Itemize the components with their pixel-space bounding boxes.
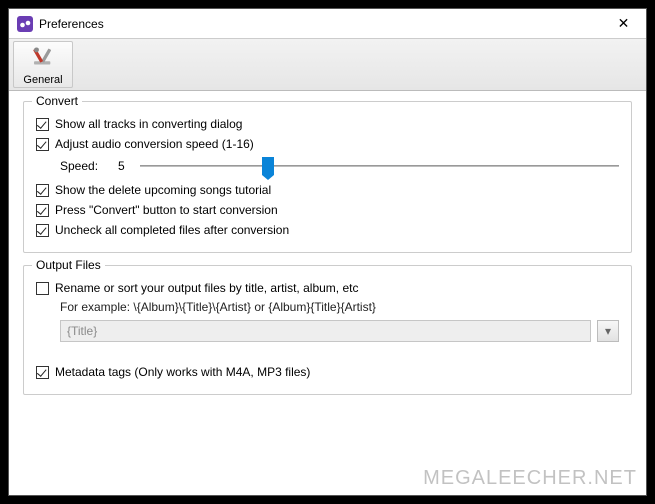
press-convert-checkbox[interactable]: [36, 204, 49, 217]
general-tab[interactable]: General: [13, 41, 73, 88]
output-files-group-title: Output Files: [32, 258, 105, 272]
toolbar: General: [9, 39, 646, 91]
app-icon: [17, 16, 33, 32]
content-area: Convert Show all tracks in converting di…: [9, 91, 646, 495]
output-files-group: Output Files Rename or sort your output …: [23, 265, 632, 395]
pattern-input[interactable]: {Title}: [60, 320, 591, 342]
show-all-tracks-label: Show all tracks in converting dialog: [55, 116, 242, 132]
show-all-tracks-row: Show all tracks in converting dialog: [36, 116, 619, 132]
pattern-placeholder: {Title}: [67, 324, 97, 338]
titlebar: Preferences ✕: [9, 9, 646, 39]
slider-track: [140, 165, 619, 167]
adjust-speed-label: Adjust audio conversion speed (1-16): [55, 136, 254, 152]
show-delete-tutorial-checkbox[interactable]: [36, 184, 49, 197]
preferences-window: Preferences ✕ General Convert Show all t…: [8, 8, 647, 496]
show-delete-tutorial-label: Show the delete upcoming songs tutorial: [55, 182, 271, 198]
uncheck-completed-label: Uncheck all completed files after conver…: [55, 222, 289, 238]
speed-value: 5: [118, 159, 132, 173]
convert-group: Convert Show all tracks in converting di…: [23, 101, 632, 253]
adjust-speed-checkbox[interactable]: [36, 138, 49, 151]
adjust-speed-row: Adjust audio conversion speed (1-16): [36, 136, 619, 152]
general-tab-label: General: [23, 74, 62, 86]
show-delete-tutorial-row: Show the delete upcoming songs tutorial: [36, 182, 619, 198]
rename-example: For example: \{Album}\{Title}\{Artist} o…: [60, 300, 619, 314]
speed-slider-row: Speed: 5: [60, 156, 619, 176]
window-title: Preferences: [39, 17, 601, 31]
rename-checkbox[interactable]: [36, 282, 49, 295]
tools-icon: [30, 45, 56, 74]
uncheck-completed-row: Uncheck all completed files after conver…: [36, 222, 619, 238]
press-convert-row: Press "Convert" button to start conversi…: [36, 202, 619, 218]
chevron-down-icon: ▾: [605, 324, 611, 338]
speed-label: Speed:: [60, 159, 118, 173]
pattern-row: {Title} ▾: [60, 320, 619, 342]
rename-label: Rename or sort your output files by titl…: [55, 280, 358, 296]
metadata-label: Metadata tags (Only works with M4A, MP3 …: [55, 364, 310, 380]
rename-row: Rename or sort your output files by titl…: [36, 280, 619, 296]
convert-group-title: Convert: [32, 94, 82, 108]
metadata-checkbox[interactable]: [36, 366, 49, 379]
metadata-row: Metadata tags (Only works with M4A, MP3 …: [36, 364, 619, 380]
press-convert-label: Press "Convert" button to start conversi…: [55, 202, 278, 218]
uncheck-completed-checkbox[interactable]: [36, 224, 49, 237]
close-button[interactable]: ✕: [601, 9, 646, 39]
slider-thumb[interactable]: [262, 157, 274, 175]
show-all-tracks-checkbox[interactable]: [36, 118, 49, 131]
close-icon: ✕: [618, 15, 630, 32]
pattern-dropdown-button[interactable]: ▾: [597, 320, 619, 342]
speed-slider[interactable]: [140, 156, 619, 176]
